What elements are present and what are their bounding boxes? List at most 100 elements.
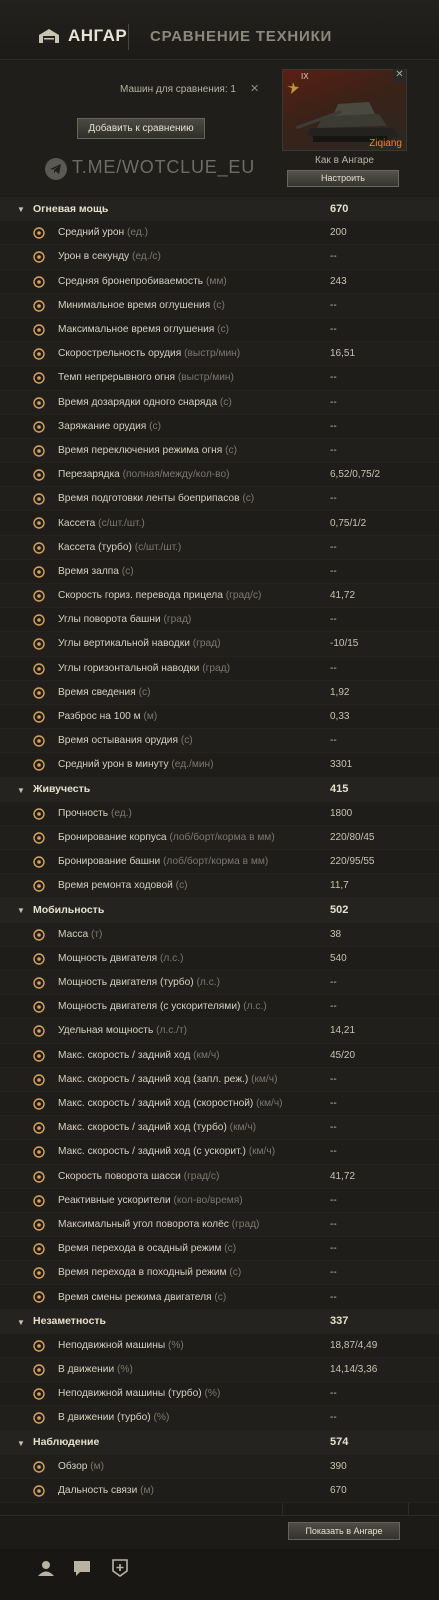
chat-icon[interactable]: [72, 1558, 92, 1578]
remove-tank-icon[interactable]: ✕: [393, 69, 406, 82]
stat-label: Скорострельность орудия (выстр/мин): [58, 348, 241, 360]
stat-unit: (с): [222, 444, 238, 456]
stat-row: Кассета (турбо) (с/шт./шт.) --: [0, 535, 439, 560]
stat-unit: (с): [211, 1291, 227, 1303]
stat-label: Макс. скорость / задний ход (запл. реж.)…: [58, 1073, 278, 1085]
continuous-fire-icon: [32, 371, 46, 385]
nav-compare[interactable]: СРАВНЕНИЕ ТЕХНИКИ: [150, 28, 332, 45]
stat-value: 41,72: [330, 590, 356, 602]
stat-unit: (с): [221, 1243, 237, 1255]
chevron-down-icon[interactable]: ▼: [17, 1318, 25, 1327]
stat-row: Средняя бронепробиваемость (мм) 243: [0, 269, 439, 294]
stat-unit: (ед.): [124, 227, 149, 239]
stat-value: -10/15: [330, 638, 359, 650]
section-header[interactable]: ▼ Огневая мощь 670: [0, 197, 439, 222]
salvo-icon: [32, 565, 46, 579]
section-header[interactable]: ▼ Наблюдение 574: [0, 1430, 439, 1455]
stat-unit: (лоб/борт/корма в мм): [166, 831, 275, 843]
stat-value: 41,72: [330, 1170, 356, 1182]
hull-armor-icon: [32, 831, 46, 845]
stat-label: Темп непрерывного огня (выстр/мин): [58, 372, 234, 384]
stat-value: --: [330, 1243, 337, 1255]
stat-label: Средний урон в минуту (ед./мин): [58, 759, 214, 771]
profile-icon[interactable]: [36, 1558, 56, 1578]
stat-value: 0,75/1/2: [330, 517, 367, 529]
add-to-compare-button[interactable]: Добавить к сравнению: [77, 118, 205, 139]
stat-unit: (с): [239, 493, 255, 505]
stat-row: Разброс на 100 м (м) 0,33: [0, 704, 439, 730]
stat-value: --: [330, 1001, 337, 1013]
stat-row: Время остывания орудия (с) --: [0, 729, 439, 754]
stat-unit: (км/ч): [253, 1098, 283, 1110]
nav-hangar[interactable]: АНГАР: [68, 26, 127, 46]
stat-label: Обзор (м): [58, 1460, 105, 1472]
chevron-down-icon[interactable]: ▼: [17, 205, 25, 214]
stat-unit: (км/ч): [226, 1122, 257, 1134]
stat-unit: (м): [140, 711, 158, 723]
stat-row: Бронирование башни (лоб/борт/корма в мм)…: [0, 850, 439, 875]
hangar-icon[interactable]: [38, 28, 60, 44]
stat-value: 337: [330, 1315, 349, 1328]
clan-icon[interactable]: [110, 1558, 130, 1578]
chevron-down-icon[interactable]: ▼: [17, 1439, 25, 1448]
stat-label: Мощность двигателя (с ускорителями) (л.с…: [58, 1001, 267, 1013]
chevron-down-icon[interactable]: ▼: [17, 906, 25, 915]
stat-unit: (%): [165, 1339, 184, 1351]
stat-value: --: [330, 1388, 337, 1400]
penetration-icon: [32, 275, 46, 289]
stat-value: --: [330, 372, 337, 384]
compare-count: Машин для сравнения: 1: [120, 84, 236, 95]
travel-mode-icon: [32, 1266, 46, 1280]
stat-row: Время переключения режима огня (с) --: [0, 438, 439, 464]
stat-row: Время сведения (с) 1,92: [0, 680, 439, 705]
section-header[interactable]: ▼ Живучесть 415: [0, 777, 439, 802]
chevron-down-icon[interactable]: ▼: [17, 786, 25, 795]
section-header[interactable]: ▼ Незаметность 337: [0, 1309, 439, 1334]
stat-label: Масса (т): [58, 928, 103, 940]
stat-label: Бронирование башни (лоб/борт/корма в мм): [58, 856, 269, 868]
stat-unit: (выстр/мин): [181, 348, 241, 360]
telegram-icon: [45, 158, 67, 180]
hull-traverse-icon: [32, 1170, 46, 1184]
stat-value: 3301: [330, 759, 353, 771]
section-header[interactable]: ▼ Мобильность 502: [0, 898, 439, 923]
show-in-hangar-button[interactable]: Показать в Ангаре: [288, 1522, 400, 1540]
stat-row: Углы поворота башни (град) --: [0, 608, 439, 633]
stat-value: 574: [330, 1436, 349, 1449]
stat-label: Мобильность: [33, 904, 105, 917]
stat-unit: (град/с): [222, 590, 262, 602]
stat-row: Время подготовки ленты боеприпасов (с) --: [0, 487, 439, 512]
stat-row: В движении (%) 14,14/3,36: [0, 1358, 439, 1383]
stat-unit: (с): [118, 565, 134, 577]
stat-label: Мощность двигателя (турбо) (л.с.): [58, 977, 221, 989]
stat-row: Бронирование корпуса (лоб/борт/корма в м…: [0, 825, 439, 851]
stat-value: --: [330, 565, 337, 577]
setup-button[interactable]: Настроить: [287, 170, 399, 187]
stat-unit: (км/ч): [245, 1146, 276, 1158]
stat-value: --: [330, 1412, 337, 1424]
stat-label: Время дозарядки одного снаряда (с): [58, 396, 232, 408]
stat-row: Реактивные ускорители (кол-во/время) --: [0, 1188, 439, 1213]
stat-value: --: [330, 444, 337, 456]
stat-row: В движении (турбо) (%) --: [0, 1406, 439, 1431]
stat-unit: (кол-во/время): [170, 1194, 243, 1206]
stat-label: Углы вертикальной наводки (град): [58, 638, 221, 650]
stat-label: Время залпа (с): [58, 565, 134, 577]
stat-row: Неподвижной машины (турбо) (%) --: [0, 1382, 439, 1407]
close-icon[interactable]: ✕: [250, 82, 259, 95]
traverse-icon: [32, 589, 46, 603]
stat-value: --: [330, 1291, 337, 1303]
stat-row: Дальность связи (м) 670: [0, 1478, 439, 1504]
stat-label: Дальность связи (м): [58, 1485, 154, 1497]
stat-label: Перезарядка (полная/между/кол-во): [58, 469, 230, 481]
stat-row: Удельная мощность (л.с./т) 14,21: [0, 1019, 439, 1044]
stat-row: Углы вертикальной наводки (град) -10/15: [0, 632, 439, 657]
stat-unit: (с): [146, 420, 162, 432]
camo-stationary-icon: [32, 1387, 46, 1401]
watermark-text: T.ME/WOTCLUE_EU: [72, 157, 256, 177]
engine-turbo-icon: [32, 976, 46, 990]
stat-value: 45/20: [330, 1049, 356, 1061]
stat-unit: (л.с.): [157, 952, 184, 964]
stat-value: --: [330, 541, 337, 553]
hp-icon: [32, 807, 46, 821]
